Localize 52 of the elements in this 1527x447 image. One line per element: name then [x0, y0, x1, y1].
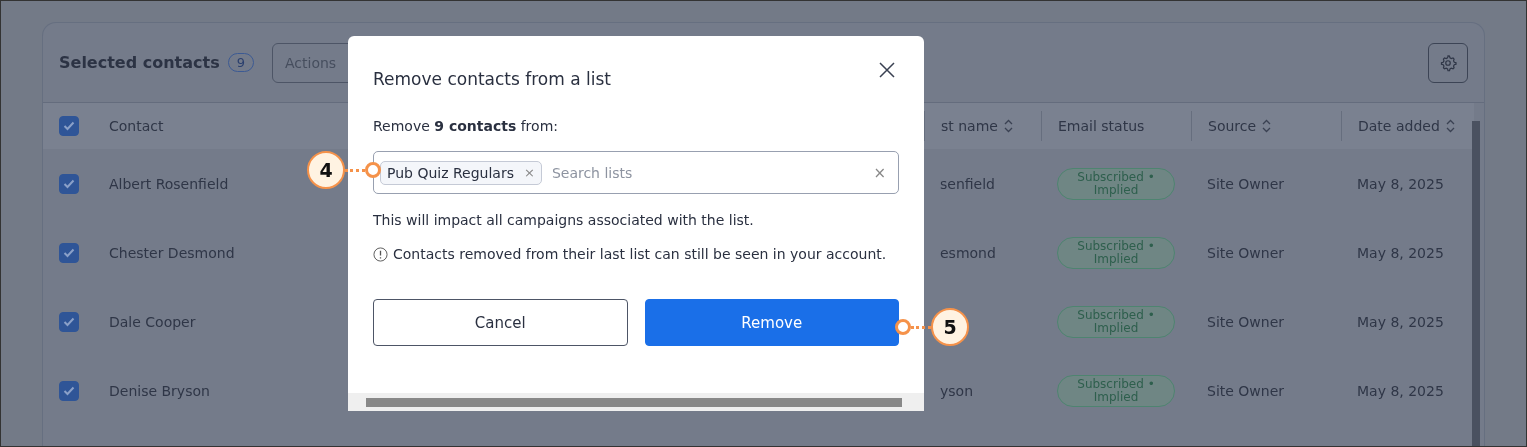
settings-icon	[1439, 53, 1457, 72]
list-chip: Pub Quiz Regulars ×	[380, 160, 542, 185]
check-icon	[63, 247, 75, 258]
column-header[interactable]: Email status	[1041, 111, 1191, 141]
table-cell-text: Chester Desmond	[108, 244, 236, 261]
cancel-button[interactable]: Cancel	[373, 299, 628, 346]
remove-button[interactable]: Remove	[644, 299, 899, 346]
status-badge: Subscribed • Implied	[1057, 374, 1175, 407]
sort-icon[interactable]	[1262, 119, 1272, 133]
info-note: Contacts removed from their last list can still be seen in your account.	[393, 246, 887, 262]
check-icon	[63, 385, 75, 396]
table-cell-text: senfield	[939, 175, 996, 192]
close-icon	[879, 62, 895, 78]
row-checkbox[interactable]	[59, 380, 79, 401]
sort-icon[interactable]	[1003, 119, 1013, 133]
table-cell-text: yson	[939, 382, 975, 399]
section-title: Selected contacts	[59, 53, 220, 72]
check-icon	[63, 316, 75, 327]
row-checkbox[interactable]	[59, 242, 79, 263]
table-cell-text: Dale Cooper	[108, 313, 197, 330]
table-cell-text: May 8, 2025	[1356, 244, 1445, 261]
settings-button[interactable]	[1428, 42, 1468, 83]
row-checkbox[interactable]	[59, 173, 79, 194]
table-cell-text: Site Owner	[1206, 175, 1286, 192]
impact-note: This will impact all campaigns associated with the list.	[373, 212, 755, 228]
status-badge: Subscribed • Implied	[1057, 305, 1175, 338]
select-all-checkbox[interactable]	[59, 116, 79, 136]
intro-text: Remove 9 contacts from:	[373, 118, 559, 134]
table-cell-text: Site Owner	[1206, 313, 1286, 330]
horizontal-scrollbar[interactable]	[348, 393, 924, 411]
check-icon	[63, 178, 75, 189]
table-cell-text: Albert Rosenfield	[108, 175, 230, 192]
row-checkbox[interactable]	[59, 311, 79, 332]
info-icon	[373, 246, 388, 262]
table-cell-text: May 8, 2025	[1356, 313, 1445, 330]
close-button[interactable]	[877, 60, 897, 80]
chip-remove-button[interactable]: ×	[524, 165, 535, 180]
table-cell-text: May 8, 2025	[1356, 175, 1445, 192]
table-cell-text: Site Owner	[1206, 244, 1286, 261]
check-icon	[63, 121, 75, 131]
clear-button[interactable]: ×	[873, 163, 886, 182]
table-cell-text: esmond	[939, 244, 997, 261]
sort-icon[interactable]	[1445, 119, 1455, 133]
status-badge: Subscribed • Implied	[1057, 167, 1175, 200]
column-header[interactable]: Source	[1191, 111, 1341, 141]
list-search-field[interactable]: Pub Quiz Regulars × Search lists ×	[373, 151, 899, 194]
column-header[interactable]: Contact	[93, 111, 326, 141]
table-cell-text: May 8, 2025	[1356, 382, 1445, 399]
status-badge: Subscribed • Implied	[1057, 236, 1175, 269]
table-cell-text: Denise Bryson	[108, 382, 211, 399]
table-cell-text: Site Owner	[1206, 382, 1286, 399]
scrollbar[interactable]	[1472, 121, 1480, 446]
